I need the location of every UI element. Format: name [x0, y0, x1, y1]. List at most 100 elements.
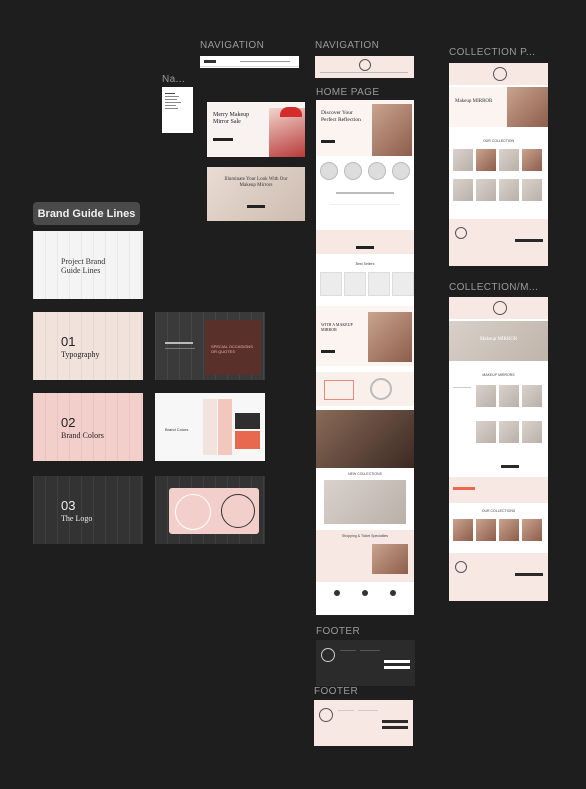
collection2-item-3[interactable]: [499, 519, 519, 541]
footer-links-col-1[interactable]: [340, 650, 356, 671]
footer-logo-icon: [319, 708, 333, 722]
logo-circle-icon: [359, 59, 371, 71]
frame-label-footer[interactable]: FOOTER: [316, 626, 360, 637]
mirror-item-6[interactable]: [522, 421, 542, 443]
with-mirror-button[interactable]: [321, 350, 335, 353]
newsletter-button[interactable]: [515, 573, 543, 576]
mirror-item-5[interactable]: [499, 421, 519, 443]
collection-page-frame[interactable]: Makeup MIRROR OUR COLLECTION: [449, 63, 548, 266]
collection-item-1[interactable]: [453, 149, 473, 171]
collection2-footer: [449, 553, 548, 601]
swatch-3: [235, 413, 260, 429]
home-hero-button[interactable]: [321, 140, 335, 143]
newsletter-input[interactable]: [382, 720, 408, 723]
promo-box: [324, 380, 354, 400]
home-hero-title: Discover Your Perfect Reflection: [321, 110, 361, 123]
shopping-title: Shopping & Ticket Specialties: [341, 534, 389, 538]
collection2-item-1[interactable]: [453, 519, 473, 541]
mirror-item-4[interactable]: [476, 421, 496, 443]
banner-illuminate-button[interactable]: [247, 205, 265, 208]
mirror-item-1[interactable]: [476, 385, 496, 407]
collection-item-8[interactable]: [522, 179, 542, 201]
line-1: [165, 93, 175, 94]
feature-icon-3: [390, 590, 396, 596]
collection2-item-2[interactable]: [476, 519, 496, 541]
logo-detail-frame[interactable]: [155, 476, 265, 544]
vanity-photo: [316, 410, 414, 468]
product-card-1[interactable]: [320, 272, 342, 296]
collection-item-2[interactable]: [476, 149, 496, 171]
typography-detail-frame[interactable]: SPECIAL OCCASIONS OR QUOTES: [155, 312, 265, 380]
product-card-2[interactable]: [344, 272, 366, 296]
load-more-button[interactable]: [501, 465, 519, 468]
banner-merry-button[interactable]: [213, 138, 233, 141]
typography-line: [165, 348, 195, 349]
category-circle-4[interactable]: [392, 162, 410, 180]
newsletter-button[interactable]: [384, 666, 410, 669]
section-chip-brand-guide-lines[interactable]: Brand Guide Lines: [33, 202, 140, 225]
logo-circle-icon: [221, 494, 255, 528]
brand-cover-frame[interactable]: Project Brand Guide Lines: [33, 231, 143, 299]
banner-merry-sale[interactable]: Merry Makeup Mirror Sale: [207, 102, 305, 157]
home-page-frame[interactable]: Discover Your Perfect Reflection Best Se…: [316, 100, 414, 615]
footer-links-col-2[interactable]: [358, 710, 378, 731]
logo-frame[interactable]: 03 The Logo: [33, 476, 143, 544]
nav-mini-frame[interactable]: [162, 87, 193, 133]
promo-button[interactable]: [356, 246, 374, 249]
frame-label-footer-2[interactable]: FOOTER: [314, 686, 358, 697]
nav-links: [320, 72, 408, 73]
collection2-item-4[interactable]: [522, 519, 542, 541]
category-circle-2[interactable]: [344, 162, 362, 180]
logo-mark: [204, 60, 216, 63]
collection-item-7[interactable]: [499, 179, 519, 201]
footer-links-col-2[interactable]: [360, 650, 380, 671]
brand-colors-heading: Brand Colors: [165, 427, 189, 432]
navigation-frame[interactable]: [200, 56, 299, 68]
collection-footer: [449, 219, 548, 266]
woman-mirror-photo: [368, 312, 412, 362]
footer-dark-frame[interactable]: [316, 640, 415, 686]
frame-label-home-page[interactable]: HOME PAGE: [316, 87, 379, 98]
brand-colors-detail-frame[interactable]: Brand Colors: [155, 393, 265, 461]
collection-item-5[interactable]: [453, 179, 473, 201]
mirror-item-2[interactable]: [499, 385, 519, 407]
typography-frame[interactable]: 01 Typography: [33, 312, 143, 380]
collection-item-6[interactable]: [476, 179, 496, 201]
navigation-frame-2[interactable]: [315, 56, 414, 78]
line-4: [165, 102, 181, 103]
frame-label-collection-p[interactable]: COLLECTION P...: [449, 47, 535, 58]
colors-number: 02: [61, 415, 76, 430]
banner-illuminate[interactable]: Illuminate Your Look With Our Makeup Mir…: [207, 167, 305, 221]
newsletter-button[interactable]: [382, 726, 408, 729]
logo-number: 03: [61, 498, 76, 513]
newsletter-input[interactable]: [384, 660, 410, 663]
typography-number: 01: [61, 334, 76, 349]
features-row: [330, 204, 400, 219]
logo-circle-outline-icon: [175, 494, 211, 530]
collection-item-3[interactable]: [499, 149, 519, 171]
promo-band: [316, 230, 414, 254]
frame-label-navigation-2[interactable]: NAVIGATION: [315, 40, 379, 51]
typography-label: Typography: [61, 350, 100, 359]
brand-colors-frame[interactable]: 02 Brand Colors: [33, 393, 143, 461]
mirror-item-3[interactable]: [522, 385, 542, 407]
frame-label-collection-m[interactable]: COLLECTION/M...: [449, 282, 538, 293]
collection-item-4[interactable]: [522, 149, 542, 171]
collection2-hero-title: Makeup MIRROR: [479, 337, 518, 342]
frame-label-na[interactable]: Na...: [162, 74, 185, 85]
filter-sidebar[interactable]: [453, 387, 471, 418]
footer-light-frame[interactable]: [314, 700, 413, 746]
product-card-3[interactable]: [368, 272, 390, 296]
frame-label-navigation[interactable]: NAVIGATION: [200, 40, 264, 51]
typography-heading: [165, 342, 193, 344]
line-2: [165, 96, 179, 97]
collection-mirrors-frame[interactable]: Makeup MIRROR MAKEUP MIRRORS OUR COLLECT…: [449, 297, 548, 601]
promo-button[interactable]: [453, 487, 475, 490]
logo-circle-icon: [493, 301, 507, 315]
category-circle-1[interactable]: [320, 162, 338, 180]
product-card-4[interactable]: [392, 272, 414, 296]
newsletter-button[interactable]: [515, 239, 543, 242]
collection-hero-title: Makeup MIRROR: [455, 99, 493, 104]
footer-links-col-1[interactable]: [338, 710, 354, 731]
category-circle-3[interactable]: [368, 162, 386, 180]
